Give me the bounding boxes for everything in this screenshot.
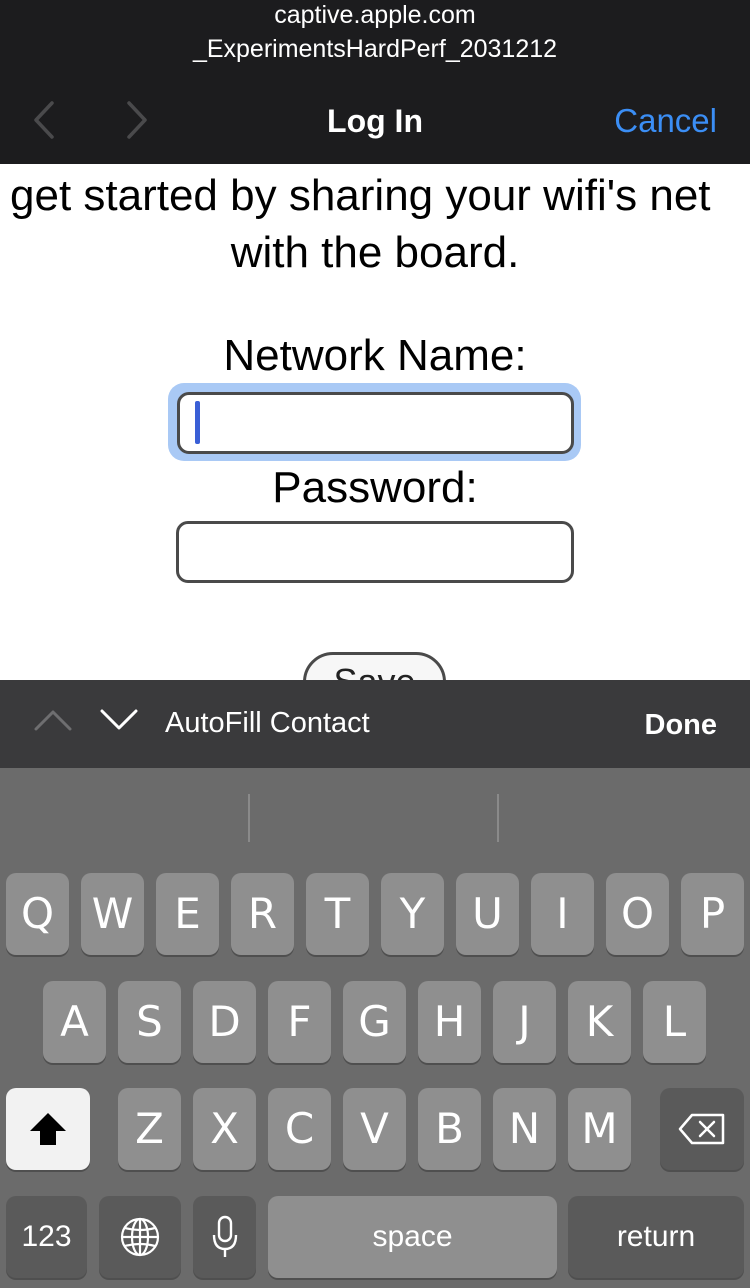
numbers-key[interactable]: 123 <box>6 1196 87 1278</box>
suggestion-divider <box>497 794 499 842</box>
key-x[interactable]: X <box>193 1088 256 1170</box>
key-s[interactable]: S <box>118 981 181 1063</box>
key-o[interactable]: O <box>606 873 669 955</box>
cancel-button[interactable]: Cancel <box>614 100 717 142</box>
key-v[interactable]: V <box>343 1088 406 1170</box>
form-accessory-bar: AutoFill Contact Done <box>0 680 750 768</box>
key-j[interactable]: J <box>493 981 556 1063</box>
shift-key[interactable] <box>6 1088 90 1170</box>
suggestion-divider <box>248 794 250 842</box>
url-domain: captive.apple.com <box>274 1 476 29</box>
key-r[interactable]: R <box>231 873 294 955</box>
key-c[interactable]: C <box>268 1088 331 1170</box>
save-button[interactable]: Save <box>303 652 446 680</box>
space-key[interactable]: space <box>268 1196 557 1278</box>
key-u[interactable]: U <box>456 873 519 955</box>
key-q[interactable]: Q <box>6 873 69 955</box>
key-t[interactable]: T <box>306 873 369 955</box>
key-w[interactable]: W <box>81 873 144 955</box>
url-path: _ExperimentsHardPerf_2031212 <box>192 35 558 63</box>
network-name-input[interactable] <box>177 392 574 454</box>
previous-field-chevron-up-icon[interactable] <box>33 708 73 732</box>
dictation-key[interactable] <box>193 1196 256 1278</box>
next-field-chevron-down-icon[interactable] <box>99 708 139 732</box>
autofill-contact-button[interactable]: AutoFill Contact <box>165 704 370 742</box>
password-label: Password: <box>272 463 478 512</box>
delete-icon <box>678 1113 725 1145</box>
globe-icon <box>120 1217 160 1257</box>
key-p[interactable]: P <box>681 873 744 955</box>
key-f[interactable]: F <box>268 981 331 1063</box>
intro-text-line1: get started by sharing your wifi's net <box>10 171 711 220</box>
key-n[interactable]: N <box>493 1088 556 1170</box>
key-i[interactable]: I <box>531 873 594 955</box>
return-key[interactable]: return <box>568 1196 744 1278</box>
key-d[interactable]: D <box>193 981 256 1063</box>
key-z[interactable]: Z <box>118 1088 181 1170</box>
globe-key[interactable] <box>99 1196 181 1278</box>
microphone-icon <box>212 1215 237 1257</box>
shift-icon <box>30 1113 66 1145</box>
done-button[interactable]: Done <box>645 706 718 744</box>
key-b[interactable]: B <box>418 1088 481 1170</box>
keyboard: Q W E R T Y U I O P A S D F G H J K L Z … <box>0 768 750 1288</box>
web-content: get started by sharing your wifi's net w… <box>0 164 750 680</box>
key-k[interactable]: K <box>568 981 631 1063</box>
key-l[interactable]: L <box>643 981 706 1063</box>
browser-header: captive.apple.com _ExperimentsHardPerf_2… <box>0 0 750 164</box>
password-input[interactable] <box>176 521 574 583</box>
key-y[interactable]: Y <box>381 873 444 955</box>
key-e[interactable]: E <box>156 873 219 955</box>
key-a[interactable]: A <box>43 981 106 1063</box>
key-m[interactable]: M <box>568 1088 631 1170</box>
key-g[interactable]: G <box>343 981 406 1063</box>
delete-key[interactable] <box>660 1088 744 1170</box>
network-name-label: Network Name: <box>223 331 527 380</box>
key-h[interactable]: H <box>418 981 481 1063</box>
text-caret <box>195 401 200 444</box>
intro-text-line2: with the board. <box>230 228 520 277</box>
